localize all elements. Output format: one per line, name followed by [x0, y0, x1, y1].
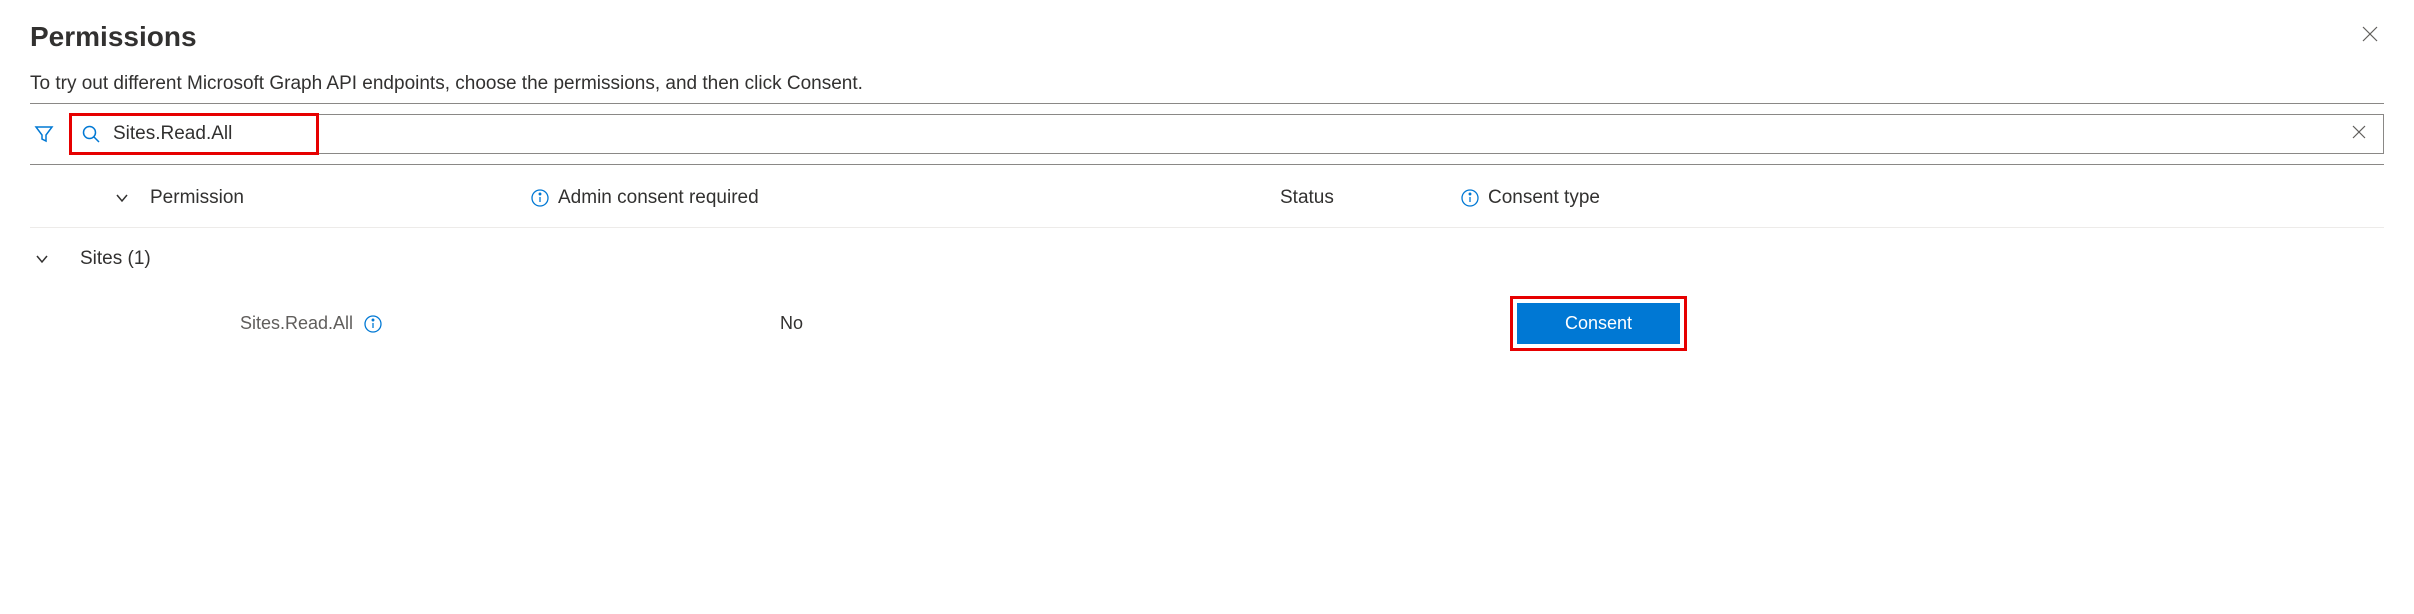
- page-title: Permissions: [30, 21, 197, 53]
- filter-icon[interactable]: [30, 120, 58, 148]
- search-input[interactable]: [113, 123, 2345, 145]
- column-consent-type[interactable]: Consent type: [1488, 187, 1600, 209]
- column-permission[interactable]: Permission: [150, 187, 530, 209]
- info-icon[interactable]: [363, 314, 383, 334]
- column-status[interactable]: Status: [1280, 187, 1460, 209]
- consent-button[interactable]: Consent: [1517, 303, 1680, 344]
- group-row[interactable]: Sites (1): [30, 228, 2384, 282]
- table-header: Permission Admin consent required Status…: [30, 165, 2384, 228]
- column-admin-consent[interactable]: Admin consent required: [558, 187, 759, 209]
- description-text: To try out different Microsoft Graph API…: [30, 73, 2384, 95]
- table-row: Sites.Read.All No Consent: [30, 282, 2384, 365]
- consent-highlight-annotation: Consent: [1510, 296, 1687, 351]
- search-icon: [81, 124, 101, 144]
- chevron-down-icon[interactable]: [114, 190, 130, 206]
- chevron-down-icon[interactable]: [34, 251, 50, 267]
- admin-consent-value: No: [780, 313, 1260, 334]
- info-icon[interactable]: [1460, 188, 1480, 208]
- close-button[interactable]: [2356, 20, 2384, 53]
- clear-search-button[interactable]: [2345, 123, 2373, 146]
- info-icon[interactable]: [530, 188, 550, 208]
- permission-name: Sites.Read.All: [240, 313, 353, 334]
- search-box[interactable]: [70, 114, 2384, 154]
- group-label: Sites (1): [80, 248, 151, 270]
